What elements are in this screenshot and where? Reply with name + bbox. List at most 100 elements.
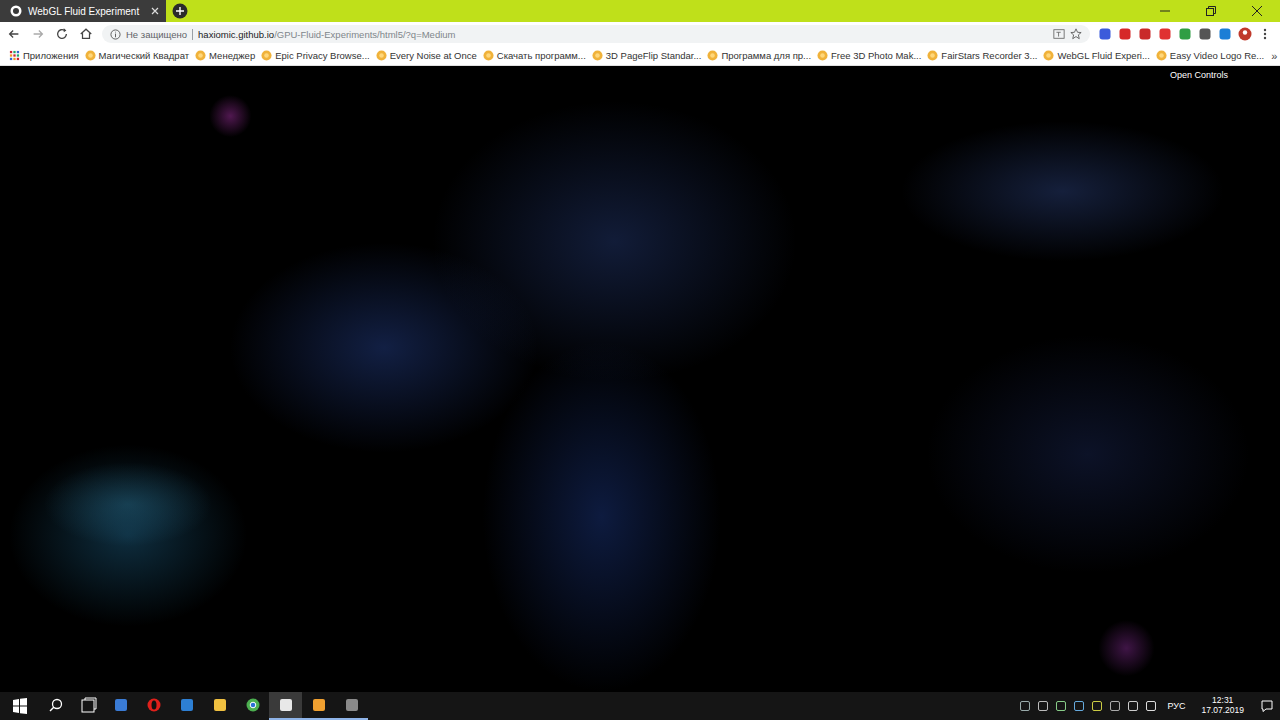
site-icon: [376, 50, 387, 61]
extension-icon[interactable]: [1198, 27, 1212, 41]
extension-icon[interactable]: [1158, 27, 1172, 41]
task-view-icon[interactable]: [72, 692, 104, 720]
clock-time: 12:31: [1212, 696, 1233, 706]
taskbar: РУС 12:3117.07.2019: [0, 692, 1280, 720]
bookmark-label: Epic Privacy Browse...: [275, 50, 370, 61]
close-window-icon[interactable]: [1234, 0, 1280, 22]
site-icon: [707, 50, 718, 61]
site-icon: [1156, 50, 1167, 61]
bookmark-label: FairStars Recorder 3...: [941, 50, 1037, 61]
bookmark[interactable]: WebGL Fluid Experi...: [1040, 50, 1152, 61]
bookmark-label: Магический Квадрат: [99, 50, 189, 61]
taskbar-app[interactable]: [269, 692, 302, 720]
taskbar-app[interactable]: [104, 692, 137, 720]
forward-icon[interactable]: [28, 27, 48, 41]
chrome-icon: [245, 697, 261, 713]
bookmark[interactable]: 3D PageFlip Standar...: [589, 50, 705, 61]
app-icon: [344, 697, 360, 713]
taskbar-app[interactable]: [236, 692, 269, 720]
language-indicator[interactable]: РУС: [1163, 701, 1189, 711]
taskbar-app[interactable]: [335, 692, 368, 720]
github-icon: [10, 5, 22, 17]
tray-icon[interactable]: [1073, 700, 1085, 712]
bookmark[interactable]: Free 3D Photo Mak...: [814, 50, 924, 61]
toolbar: Не защищено haxiomic.github.io/GPU-Fluid-…: [0, 22, 1280, 46]
bookmark[interactable]: Программа для пр...: [704, 50, 814, 61]
tray-icon[interactable]: [1127, 700, 1139, 712]
tray-icon[interactable]: [1055, 700, 1067, 712]
restore-icon[interactable]: [1188, 0, 1234, 22]
menu-icon[interactable]: [1258, 27, 1272, 41]
bookmark[interactable]: FairStars Recorder 3...: [924, 50, 1040, 61]
edge-icon: [179, 697, 195, 713]
back-icon[interactable]: [4, 27, 24, 41]
site-icon: [592, 50, 603, 61]
bookmark[interactable]: Приложения: [6, 50, 82, 61]
info-icon[interactable]: [110, 29, 121, 40]
profile-icon[interactable]: [1238, 27, 1252, 41]
translate-icon[interactable]: [1053, 28, 1065, 40]
bookmark[interactable]: Every Noise at Once: [373, 50, 480, 61]
extension-icon[interactable]: [1178, 27, 1192, 41]
tab[interactable]: WebGL Fluid Experiment: [0, 0, 166, 22]
tray-icon[interactable]: [1037, 700, 1049, 712]
new-tab-icon[interactable]: [172, 3, 188, 19]
fluid-canvas[interactable]: Open Controls: [0, 66, 1280, 692]
extension-icon[interactable]: [1118, 27, 1132, 41]
bookmark[interactable]: Скачать программ...: [480, 50, 589, 61]
extension-icon[interactable]: [1218, 27, 1232, 41]
site-icon: [927, 50, 938, 61]
extension-icon[interactable]: [1098, 27, 1112, 41]
desktop: WebGL Fluid Experiment Не защищено haxiomi…: [0, 0, 1280, 720]
security-label: Не защищено: [126, 29, 187, 40]
bookmark-label: 3D PageFlip Standar...: [606, 50, 702, 61]
taskbar-app[interactable]: [170, 692, 203, 720]
close-icon[interactable]: [150, 6, 160, 16]
taskbar-app[interactable]: [302, 692, 335, 720]
site-icon: [85, 50, 96, 61]
windows-icon[interactable]: [0, 692, 40, 720]
extension-icon[interactable]: [1138, 27, 1152, 41]
bookmark-label: Менеджер: [209, 50, 255, 61]
bookmarks-bar: Приложения Магический Квадрат Менеджер Epic…: [0, 46, 1280, 66]
apps-grid-icon: [9, 50, 20, 61]
site-icon: [1043, 50, 1054, 61]
bookmark-label: WebGL Fluid Experi...: [1057, 50, 1149, 61]
bookmark[interactable]: Магический Квадрат: [82, 50, 192, 61]
home-icon[interactable]: [76, 27, 96, 41]
tray-icon[interactable]: [1145, 700, 1157, 712]
tray-icon[interactable]: [1019, 700, 1031, 712]
tab-strip: WebGL Fluid Experiment: [0, 0, 1280, 22]
bookmark[interactable]: Менеджер: [192, 50, 258, 61]
site-icon: [261, 50, 272, 61]
tray-icon[interactable]: [1109, 700, 1121, 712]
window-controls: [1142, 0, 1280, 22]
reload-icon[interactable]: [52, 27, 72, 41]
bookmark-label: Скачать программ...: [497, 50, 586, 61]
system-tray: РУС 12:3117.07.2019: [1019, 692, 1280, 720]
open-controls-link[interactable]: Open Controls: [1170, 70, 1228, 80]
taskbar-app[interactable]: [137, 692, 170, 720]
taskbar-app[interactable]: [203, 692, 236, 720]
star-icon[interactable]: [1070, 28, 1082, 40]
site-icon: [483, 50, 494, 61]
opera-icon: [146, 697, 162, 713]
search-icon[interactable]: [40, 692, 72, 720]
tray-icon[interactable]: [1091, 700, 1103, 712]
extensions: [1094, 27, 1276, 41]
bookmark-label: Программа для пр...: [721, 50, 811, 61]
minimize-icon[interactable]: [1142, 0, 1188, 22]
browser-window: WebGL Fluid Experiment Не защищено haxiomi…: [0, 0, 1280, 66]
explorer-icon: [212, 697, 228, 713]
site-icon: [195, 50, 206, 61]
bookmark[interactable]: Easy Video Logo Re...: [1153, 50, 1267, 61]
bookmark[interactable]: Epic Privacy Browse...: [258, 50, 373, 61]
clock[interactable]: 12:3117.07.2019: [1195, 696, 1250, 716]
notifications-icon[interactable]: [1260, 699, 1274, 713]
address-bar[interactable]: Не защищено haxiomic.github.io/GPU-Fluid-…: [102, 25, 1090, 43]
tab-label: WebGL Fluid Experiment: [28, 6, 144, 17]
bookmarks-overflow[interactable]: »: [1267, 50, 1280, 62]
bookmark-label: Приложения: [23, 50, 79, 61]
clock-date: 17.07.2019: [1201, 706, 1244, 716]
url-text[interactable]: haxiomic.github.io/GPU-Fluid-Experiments…: [198, 29, 1048, 40]
